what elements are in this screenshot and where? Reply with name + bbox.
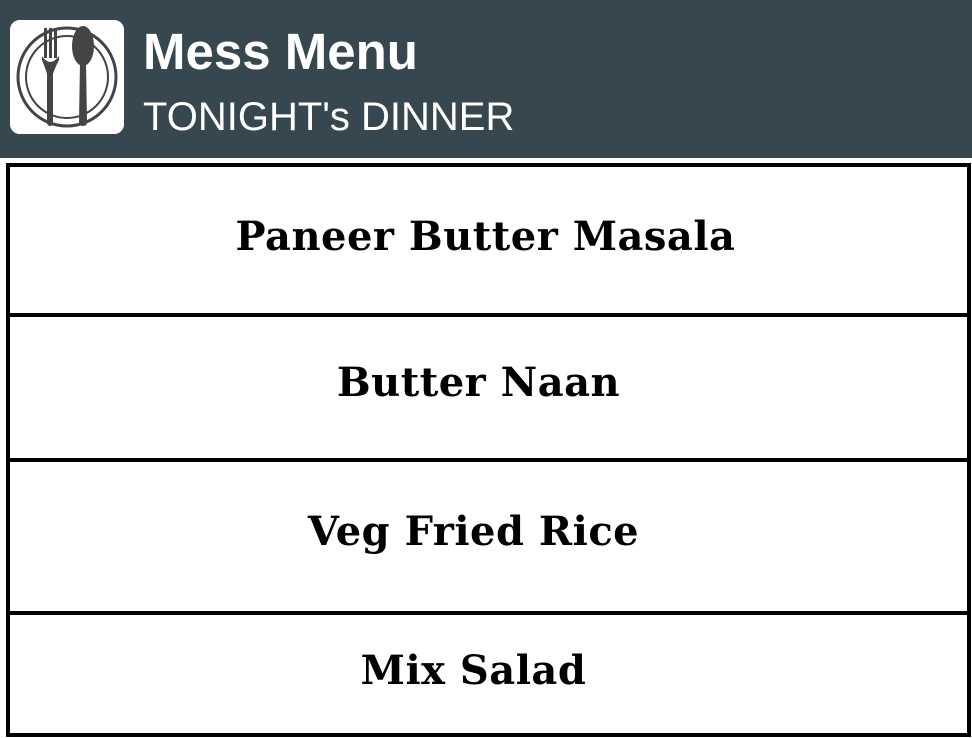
menu-item-butter-naan[interactable]: Butter Naan <box>6 313 971 463</box>
menu-item-veg-fried-rice[interactable]: Veg Fried Rice <box>6 458 971 618</box>
app-subtitle: TONIGHT's DINNER <box>143 95 515 139</box>
menu-item-label: Mix Salad <box>360 646 587 694</box>
menu-list: Paneer Butter Masala Butter Naan Veg Fri… <box>0 158 972 738</box>
plate-fork-spoon-icon <box>10 20 124 134</box>
menu-item-paneer-butter-masala[interactable]: Paneer Butter Masala <box>6 163 971 318</box>
menu-item-label: Paneer Butter Masala <box>235 213 736 260</box>
app-title: Mess Menu <box>143 23 418 80</box>
menu-item-label: Veg Fried Rice <box>307 507 640 555</box>
app-bar: Mess Menu TONIGHT's DINNER <box>0 0 972 158</box>
menu-item-mix-salad[interactable]: Mix Salad <box>6 611 971 737</box>
menu-item-label: Butter Naan <box>336 358 621 406</box>
